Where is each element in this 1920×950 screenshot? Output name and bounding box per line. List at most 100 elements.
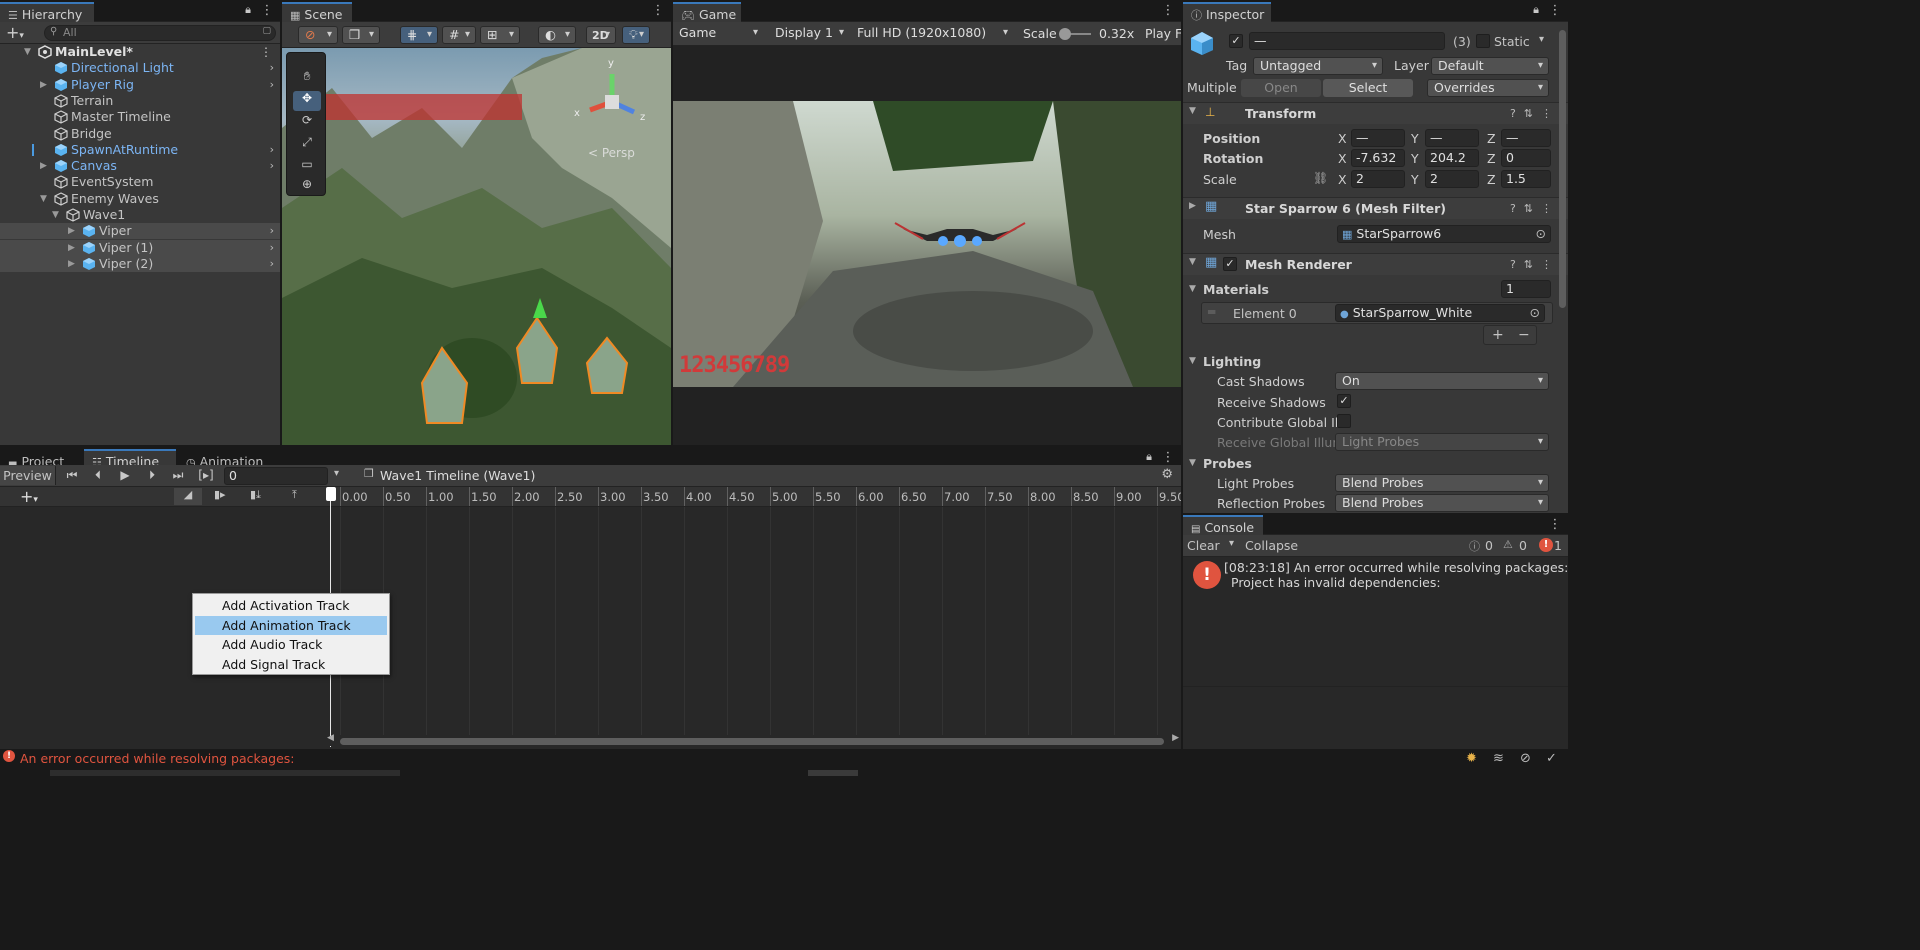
probes-foldout-icon[interactable]: ▼ [1189,458,1196,468]
status-message[interactable]: An error occurred while resolving packag… [20,751,295,766]
object-picker-icon[interactable]: ⊙ [1536,226,1546,242]
scale-slider[interactable] [1059,28,1091,40]
play-focused-dropdown[interactable]: Play F [1145,26,1181,41]
pos-y-field[interactable]: — [1425,129,1479,147]
foldout-arrow-icon[interactable]: ▶ [40,158,50,174]
hand-tool-icon[interactable]: ✋︎ [293,69,321,89]
frame-field[interactable]: 0 [224,467,328,485]
hierarchy-item[interactable]: ▶ Viper (2) › [0,255,280,272]
game-view-dropdown[interactable]: Game [673,25,763,43]
component-actions-icons[interactable]: ?⇅⋮ [1510,107,1560,120]
playhead-handle[interactable] [326,487,336,501]
grid-dropdown[interactable]: # [442,26,476,44]
timeline-asset-name[interactable]: Wave1 Timeline (Wave1) [380,468,535,483]
material-field[interactable]: ● StarSparrow_White ⊙ [1335,304,1545,322]
more-menu-icon[interactable]: ⋮ [651,4,665,18]
rect-tool-icon[interactable]: ▭ [293,157,321,177]
info-filter-icon[interactable]: ⓘ [1469,538,1480,554]
hierarchy-item[interactable]: ▼ MainLevel* [0,44,280,60]
tool-handle-dropdown[interactable]: ⊘ [298,26,338,44]
collapse-button[interactable]: Collapse [1245,538,1298,553]
mesh-renderer-header[interactable]: ▼ ▦ ✓ Mesh Renderer ?⇅⋮ [1183,253,1568,275]
tab-console[interactable]: ▤ Console [1183,515,1263,535]
edit-mode-ripple-icon[interactable]: ◢ [174,488,202,505]
mesh-filter-header[interactable]: ▶ ▦ Star Sparrow 6 (Mesh Filter) ?⇅⋮ [1183,197,1568,219]
context-menu-item[interactable]: Add Audio Track [195,635,387,655]
scene-viewport[interactable]: ✋︎ ✥ ⟳ ⤢ ▭ ⊕ y x z < Persp [282,48,671,445]
hierarchy-item[interactable]: Directional Light › [0,60,280,76]
time-format-dropdown[interactable]: ▾ [334,468,339,479]
scl-z-field[interactable]: 1.5 [1501,170,1551,188]
persp-label[interactable]: < Persp [588,146,635,160]
scale-tool-icon[interactable]: ⤢ [293,135,321,155]
foldout-arrow-icon[interactable]: ▶ [40,77,50,93]
search-input[interactable]: ⚲ All ▢ [44,25,276,41]
hierarchy-item[interactable]: ▼ Enemy Waves [0,191,280,207]
draw-mode-dropdown[interactable]: ❒ [342,26,380,44]
contribute-gi-checkbox[interactable] [1337,414,1351,428]
remove-element-button[interactable]: − [1518,327,1530,343]
hierarchy-item[interactable]: SpawnAtRuntime › [0,142,280,158]
layer-dropdown[interactable]: Default [1431,57,1549,75]
add-track-button[interactable]: +▾ [20,487,38,506]
edit-mode-replace-icon[interactable]: ▮⤓ [250,488,261,502]
clear-button[interactable]: Clear [1187,538,1220,553]
light-probes-dropdown[interactable]: Blend Probes [1335,474,1549,492]
transform-tool-icon[interactable]: ⊕ [293,177,321,197]
reflection-probes-dropdown[interactable]: Blend Probes [1335,494,1549,512]
add-element-button[interactable]: + [1492,327,1504,343]
tab-inspector[interactable]: ⓘ Inspector [1183,2,1271,22]
lock-icon[interactable]: 🔒︎ [1530,4,1542,16]
pos-z-field[interactable]: — [1501,129,1551,147]
hierarchy-item[interactable]: ▼ Wave1 [0,207,280,223]
warning-filter-icon[interactable]: ⚠ [1503,538,1513,551]
scl-x-field[interactable]: 2 [1351,170,1405,188]
tab-hierarchy[interactable]: ☰ Hierarchy [0,2,94,22]
resolution-dropdown[interactable]: Full HD (1920x1080) [851,25,1013,43]
foldout-arrow-icon[interactable]: ▶ [68,256,78,272]
materials-count-field[interactable]: 1 [1501,280,1551,298]
time-ruler[interactable]: 0.00 0.50 1.00 1.50 2.00 2.50 3.00 3.50 4.00 4.50… [330,487,1181,507]
game-viewport[interactable]: 123456789 [673,101,1181,387]
constrain-proportions-icon[interactable]: ⛓︎ [1313,171,1328,185]
rot-z-field[interactable]: 0 [1501,149,1551,167]
chevron-right-icon[interactable]: › [270,77,274,93]
scene-menu-icon[interactable]: ⋮ [260,45,272,59]
chevron-right-icon[interactable]: › [270,158,274,174]
hierarchy-item[interactable]: EventSystem [0,174,280,190]
scroll-thumb[interactable] [340,738,1164,745]
track-area[interactable] [330,507,1181,735]
display-dropdown[interactable]: Display 1 [769,25,849,43]
play-range-icon[interactable]: [▸] [196,466,216,484]
receive-shadows-checkbox[interactable]: ✓ [1337,394,1351,408]
previous-frame-icon[interactable]: ⏴︎ [88,466,108,484]
edit-mode-mix-icon[interactable]: ▮▸ [214,488,226,501]
overrides-dropdown[interactable]: Overrides [1427,79,1549,97]
pos-x-field[interactable]: — [1351,129,1405,147]
foldout-arrow-icon[interactable]: ▶ [68,240,78,256]
transform-header[interactable]: ▼ ⊥ Transform ?⇅⋮ [1183,102,1568,124]
lock-icon[interactable]: 🔒︎ [1143,451,1155,463]
error-filter-icon[interactable]: ! [1539,538,1553,552]
context-menu-item[interactable]: Add Activation Track [195,596,387,616]
static-dropdown-icon[interactable]: ▾ [1539,34,1544,45]
chevron-right-icon[interactable]: › [270,223,274,239]
hierarchy-item[interactable]: ▶ Viper (1) › [0,239,280,256]
mesh-renderer-enabled-checkbox[interactable]: ✓ [1223,257,1237,271]
more-menu-icon[interactable]: ⋮ [1161,4,1175,18]
shading-dropdown[interactable]: ◐ [538,26,576,44]
object-picker-icon[interactable]: ⊙ [1530,305,1540,321]
hierarchy-item[interactable]: ▶ Player Rig › [0,77,280,93]
chevron-right-icon[interactable]: › [270,240,274,256]
layers-icon[interactable]: ≋ [1493,751,1504,766]
select-button[interactable]: Select [1323,79,1413,97]
create-button[interactable]: +▾ [6,23,24,42]
context-menu-item[interactable]: Add Animation Track [195,615,387,635]
chevron-right-icon[interactable]: › [270,142,274,158]
lighting-toggle[interactable]: 💡︎ [622,26,650,44]
scale-slider-thumb[interactable] [1059,28,1071,40]
foldout-arrow-icon[interactable]: ▼ [40,191,50,207]
toggle-2d-button[interactable]: 2D [586,26,616,44]
component-actions-icons[interactable]: ?⇅⋮ [1510,258,1560,271]
name-field[interactable]: — [1249,32,1445,50]
